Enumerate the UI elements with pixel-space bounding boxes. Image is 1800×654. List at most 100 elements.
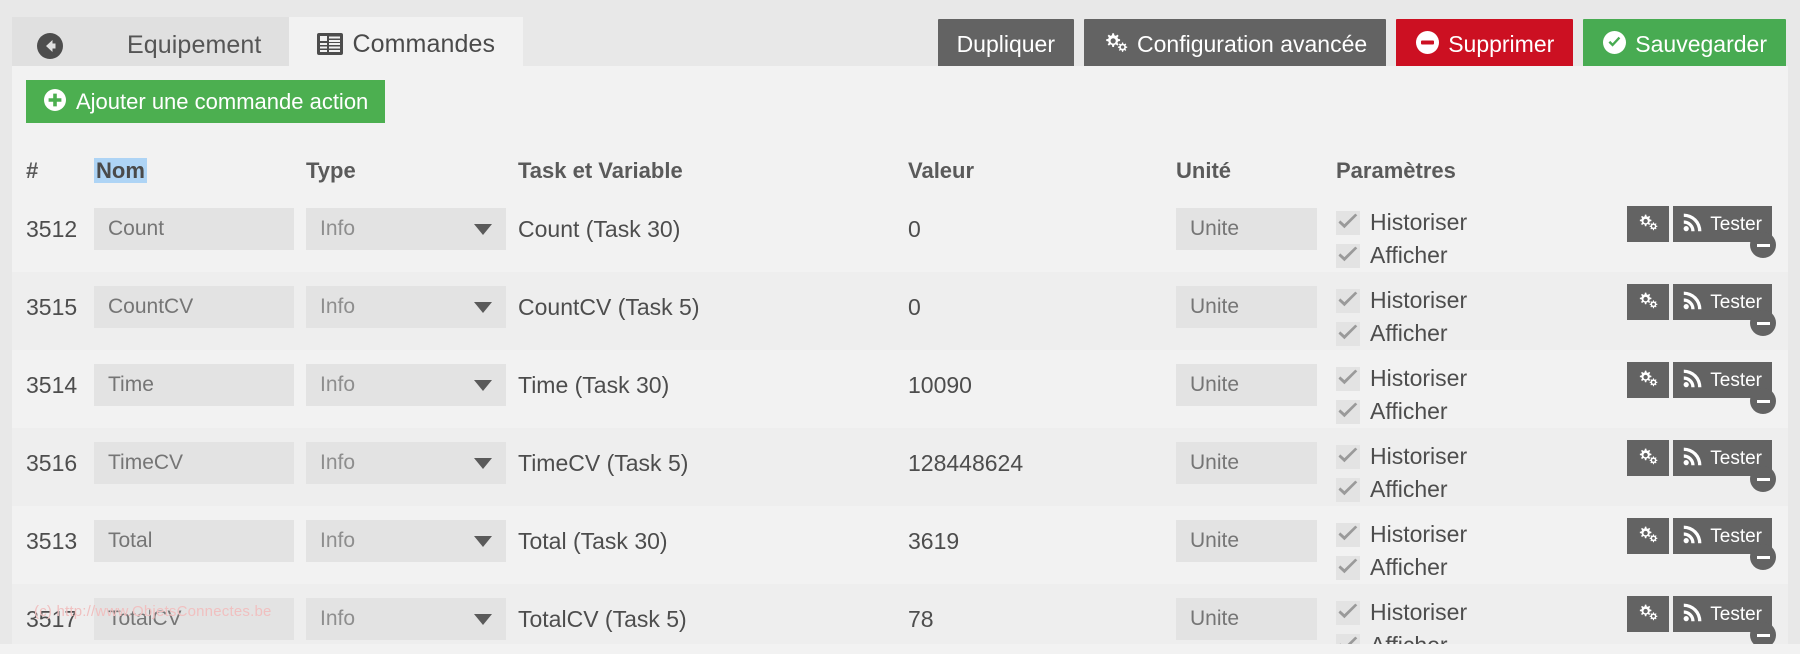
historiser-checkbox[interactable]: Historiser xyxy=(1336,440,1568,473)
task-variable-text: Total (Task 30) xyxy=(518,528,668,554)
cogs-icon xyxy=(1637,524,1659,548)
type-select[interactable]: Info xyxy=(306,442,506,484)
row-remove-button[interactable] xyxy=(1750,310,1776,336)
task-variable-text: TotalCV (Task 5) xyxy=(518,606,687,632)
afficher-checkbox[interactable]: Afficher xyxy=(1336,239,1568,272)
chevron-down-icon xyxy=(474,614,492,625)
header-actions xyxy=(1568,152,1788,194)
historiser-checkbox[interactable]: Historiser xyxy=(1336,284,1568,317)
parameters-cell: Historiser Afficher xyxy=(1336,350,1568,428)
historiser-label: Historiser xyxy=(1370,287,1468,313)
check-icon xyxy=(1336,243,1360,268)
type-select-value: Info xyxy=(320,529,356,552)
unit-input[interactable] xyxy=(1176,364,1317,406)
type-select[interactable]: Info xyxy=(306,208,506,250)
unit-input[interactable] xyxy=(1176,520,1317,562)
name-input[interactable] xyxy=(94,364,294,406)
delete-button[interactable]: Supprimer xyxy=(1396,19,1574,69)
rss-icon xyxy=(1683,368,1703,392)
check-icon xyxy=(1336,600,1360,625)
footer-strip xyxy=(0,644,1800,654)
minus-circle-icon xyxy=(1756,399,1770,403)
afficher-checkbox[interactable]: Afficher xyxy=(1336,395,1568,428)
duplicate-button[interactable]: Dupliquer xyxy=(937,19,1075,69)
historiser-checkbox[interactable]: Historiser xyxy=(1336,362,1568,395)
advanced-configuration-button[interactable]: Configuration avancée xyxy=(1084,19,1387,69)
tab-commandes-label: Commandes xyxy=(352,29,496,58)
unit-input[interactable] xyxy=(1176,598,1317,640)
rss-icon xyxy=(1683,212,1703,236)
row-test-label: Tester xyxy=(1710,525,1762,547)
advanced-configuration-label: Configuration avancée xyxy=(1137,30,1368,57)
header-task: Task et Variable xyxy=(518,158,683,183)
duplicate-button-label: Dupliquer xyxy=(956,30,1056,57)
row-configure-button[interactable] xyxy=(1627,440,1670,476)
minus-circle-icon xyxy=(1756,477,1770,481)
name-input[interactable] xyxy=(94,208,294,250)
commands-table: # Nom Type Task et Variable Valeur Unité… xyxy=(12,152,1788,654)
check-icon xyxy=(1336,522,1360,547)
table-row: 3516 Info TimeCV (Task 5) 128448624 Historis… xyxy=(12,428,1788,506)
afficher-checkbox[interactable]: Afficher xyxy=(1336,551,1568,584)
name-input[interactable] xyxy=(94,286,294,328)
value-text: 128448624 xyxy=(908,450,1024,476)
cogs-icon xyxy=(1103,30,1129,58)
afficher-label: Afficher xyxy=(1370,554,1448,580)
header-unite: Unité xyxy=(1176,158,1231,183)
task-variable-text: Count (Task 30) xyxy=(518,216,681,242)
row-configure-button[interactable] xyxy=(1627,518,1670,554)
parameters-cell: Historiser Afficher xyxy=(1336,506,1568,584)
row-test-label: Tester xyxy=(1710,603,1762,625)
table-icon xyxy=(317,32,344,56)
arrow-left-circle-icon xyxy=(36,32,64,60)
commands-table-head: # Nom Type Task et Variable Valeur Unité… xyxy=(12,152,1788,194)
row-configure-button[interactable] xyxy=(1627,596,1670,632)
row-configure-button[interactable] xyxy=(1627,362,1670,398)
save-button[interactable]: Sauvegarder xyxy=(1583,19,1786,69)
row-id: 3516 xyxy=(26,450,78,476)
type-select[interactable]: Info xyxy=(306,364,506,406)
historiser-label: Historiser xyxy=(1370,209,1468,235)
afficher-checkbox[interactable]: Afficher xyxy=(1336,317,1568,350)
type-select[interactable]: Info xyxy=(306,598,506,640)
plus-circle-icon xyxy=(43,88,67,116)
value-text: 0 xyxy=(908,216,921,242)
row-remove-button[interactable] xyxy=(1750,232,1776,258)
type-select[interactable]: Info xyxy=(306,286,506,328)
cogs-icon xyxy=(1637,446,1659,470)
task-variable-text: Time (Task 30) xyxy=(518,372,670,398)
afficher-checkbox[interactable]: Afficher xyxy=(1336,473,1568,506)
top-bar: Equipement Commandes Dupliquer Configura… xyxy=(0,8,1800,74)
row-remove-button[interactable] xyxy=(1750,388,1776,414)
type-select-value: Info xyxy=(320,451,356,474)
unit-input[interactable] xyxy=(1176,208,1317,250)
type-select-value: Info xyxy=(320,373,356,396)
header-valeur: Valeur xyxy=(908,158,975,183)
historiser-label: Historiser xyxy=(1370,521,1468,547)
row-configure-button[interactable] xyxy=(1627,284,1670,320)
row-remove-button[interactable] xyxy=(1750,544,1776,570)
minus-circle-icon xyxy=(1756,555,1770,559)
historiser-checkbox[interactable]: Historiser xyxy=(1336,518,1568,551)
type-select-value: Info xyxy=(320,217,356,240)
name-input[interactable] xyxy=(94,598,294,640)
chevron-down-icon xyxy=(474,224,492,235)
unit-input[interactable] xyxy=(1176,442,1317,484)
row-test-label: Tester xyxy=(1710,447,1762,469)
name-input[interactable] xyxy=(94,442,294,484)
historiser-checkbox[interactable]: Historiser xyxy=(1336,596,1568,629)
header-type: Type xyxy=(306,158,356,183)
historiser-checkbox[interactable]: Historiser xyxy=(1336,206,1568,239)
save-button-label: Sauvegarder xyxy=(1635,30,1767,57)
row-configure-button[interactable] xyxy=(1627,206,1670,242)
unit-input[interactable] xyxy=(1176,286,1317,328)
add-action-command-button[interactable]: Ajouter une commande action xyxy=(26,80,386,123)
row-remove-button[interactable] xyxy=(1750,466,1776,492)
row-id: 3512 xyxy=(26,216,78,242)
historiser-label: Historiser xyxy=(1370,443,1468,469)
type-select[interactable]: Info xyxy=(306,520,506,562)
check-icon xyxy=(1336,444,1360,469)
name-input[interactable] xyxy=(94,520,294,562)
row-actions: Tester xyxy=(1568,194,1788,258)
check-icon xyxy=(1336,288,1360,313)
